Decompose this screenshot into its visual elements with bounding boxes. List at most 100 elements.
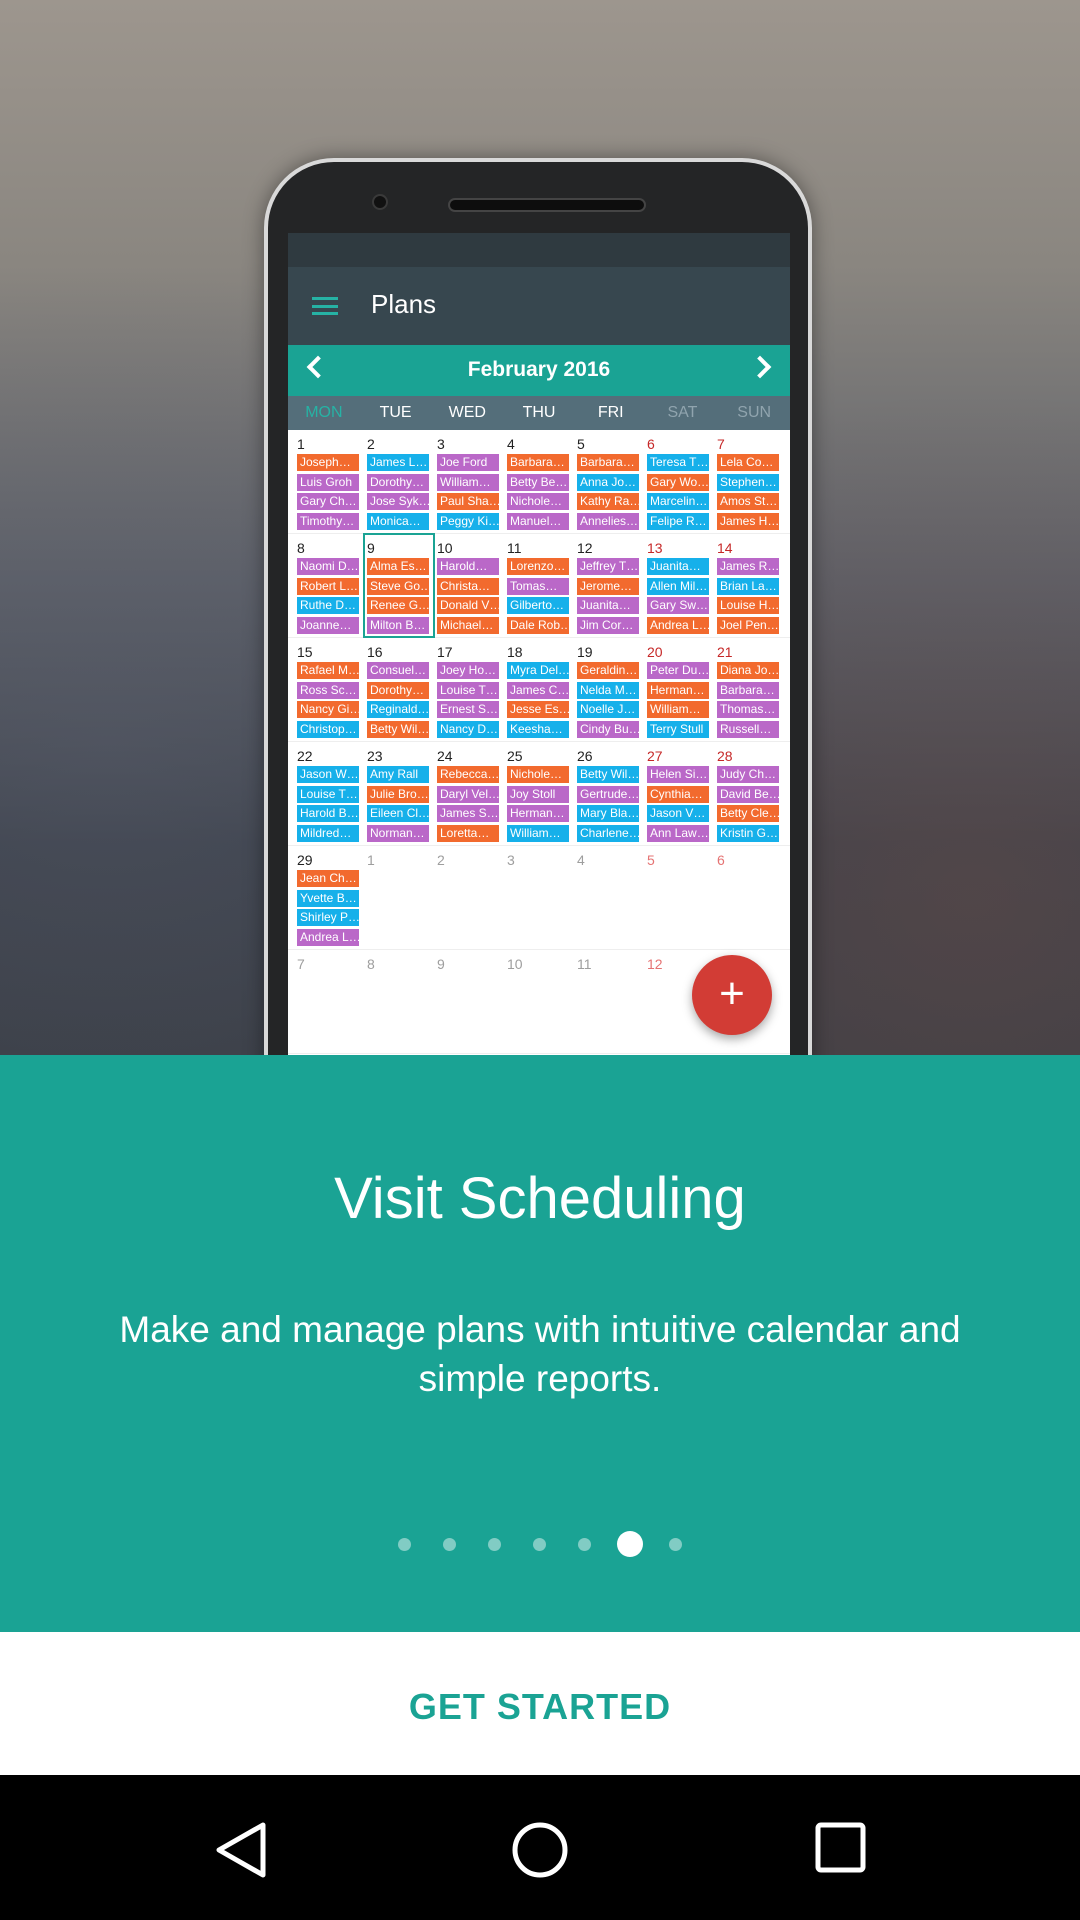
visit-event[interactable]: Alma Es… [367, 558, 429, 575]
visit-event[interactable]: Joey Ho… [437, 662, 499, 679]
calendar-day[interactable]: 24 Rebecca… Daryl Vel… James S… Loretta… [434, 742, 504, 845]
visit-event[interactable]: Barbara… [577, 454, 639, 471]
visit-event[interactable]: Naomi D… [297, 558, 359, 575]
visit-event[interactable]: Jose Syk… [367, 493, 429, 511]
visit-event[interactable]: Nelda M… [577, 681, 639, 699]
calendar-day[interactable]: 14 James R… Brian La… Louise H… Joel Pen… [714, 534, 784, 637]
calendar-day[interactable]: 21 Diana Jo… Barbara… Thomas… Russell… [714, 638, 784, 741]
visit-event[interactable]: Barbara… [717, 681, 779, 699]
visit-event[interactable]: Luis Groh [297, 473, 359, 491]
calendar-day[interactable]: 7 [294, 950, 364, 1053]
visit-event[interactable]: Kathy Ra… [577, 493, 639, 511]
visit-event[interactable]: Gary Sw… [647, 597, 709, 615]
calendar-day[interactable]: 7 Lela Co… Stephen… Amos St… James H… [714, 430, 784, 533]
visit-event[interactable]: Louise H… [717, 597, 779, 615]
visit-event[interactable]: Michael… [437, 616, 499, 634]
calendar-day[interactable]: 5 [644, 846, 714, 949]
visit-event[interactable]: James L… [367, 454, 429, 471]
visit-event[interactable]: Jerome… [577, 577, 639, 595]
visit-event[interactable]: James C… [507, 681, 569, 699]
page-dot[interactable] [398, 1537, 411, 1551]
visit-event[interactable]: Dorothy… [367, 473, 429, 491]
visit-event[interactable]: Nancy D… [437, 720, 499, 738]
page-dot[interactable] [578, 1537, 591, 1551]
calendar-day[interactable]: 20 Peter Du… Herman… William… Terry Stull [644, 638, 714, 741]
page-dot-active[interactable] [617, 1531, 643, 1557]
visit-event[interactable]: Rebecca… [437, 766, 499, 783]
visit-event[interactable]: James S… [437, 805, 499, 823]
visit-event[interactable]: Consuel… [367, 662, 429, 679]
calendar-day[interactable]: 25 Nichole… Joy Stoll Herman… William… [504, 742, 574, 845]
visit-event[interactable]: Yvette B… [297, 889, 359, 907]
calendar-day[interactable]: 10 Harold… Christa… Donald V… Michael… [434, 534, 504, 637]
visit-event[interactable]: Herman… [507, 805, 569, 823]
calendar-day[interactable]: 23 Amy Rall Julie Bro… Eileen Cl… Norman… [364, 742, 434, 845]
calendar-day[interactable]: 19 Geraldin… Nelda M… Noelle J… Cindy Bu… [574, 638, 644, 741]
visit-event[interactable]: Ernest S… [437, 701, 499, 719]
visit-event[interactable]: Mildred… [297, 824, 359, 842]
visit-event[interactable]: Andrea L… [647, 616, 709, 634]
page-dot[interactable] [669, 1537, 682, 1551]
calendar-day[interactable]: 6 Teresa T… Gary Wo… Marcelin… Felipe R… [644, 430, 714, 533]
visit-event[interactable]: Peter Du… [647, 662, 709, 679]
calendar-day[interactable]: 15 Rafael M… Ross Sc… Nancy Gi… Christop… [294, 638, 364, 741]
visit-event[interactable]: Ruthe D… [297, 597, 359, 615]
home-icon[interactable] [510, 1820, 570, 1880]
visit-event[interactable]: Mary Bla… [577, 805, 639, 823]
calendar-day[interactable]: 13 Juanita… Allen Mil… Gary Sw… Andrea L… [644, 534, 714, 637]
visit-event[interactable]: Paul Sha… [437, 493, 499, 511]
calendar-day[interactable]: 8 [364, 950, 434, 1053]
visit-event[interactable]: Shirley P… [297, 909, 359, 927]
calendar-day[interactable]: 1 [364, 846, 434, 949]
visit-event[interactable]: Jim Cor… [577, 616, 639, 634]
visit-event[interactable]: Stephen… [717, 473, 779, 491]
calendar-day[interactable]: 11 Lorenzo… Tomas… Gilberto… Dale Rob… [504, 534, 574, 637]
visit-event[interactable]: Joel Pen… [717, 616, 779, 634]
visit-event[interactable]: Loretta… [437, 824, 499, 842]
visit-event[interactable]: Dale Rob… [507, 616, 569, 634]
visit-event[interactable]: Annelies… [577, 512, 639, 530]
visit-event[interactable]: Harold B… [297, 805, 359, 823]
visit-event[interactable]: Marcelin… [647, 493, 709, 511]
visit-event[interactable]: Charlene… [577, 824, 639, 842]
calendar-day[interactable]: 16 Consuel… Dorothy… Reginald… Betty Wil… [364, 638, 434, 741]
visit-event[interactable]: Christa… [437, 577, 499, 595]
calendar-day[interactable]: 29 Jean Ch… Yvette B… Shirley P… Andrea L… [294, 846, 364, 949]
visit-event[interactable]: Ann Law… [647, 824, 709, 842]
visit-event[interactable]: Allen Mil… [647, 577, 709, 595]
visit-event[interactable]: Julie Bro… [367, 785, 429, 803]
visit-event[interactable]: Nichole… [507, 766, 569, 783]
visit-event[interactable]: James H… [717, 512, 779, 530]
calendar-day[interactable]: 11 [574, 950, 644, 1053]
visit-event[interactable]: Joe Ford [437, 454, 499, 471]
visit-event[interactable]: Robert L… [297, 577, 359, 595]
calendar-day-selected[interactable]: 9 Alma Es… Steve Go… Renee G… Milton B… [363, 533, 435, 638]
visit-event[interactable]: Manuel… [507, 512, 569, 530]
visit-event[interactable]: Nancy Gi… [297, 701, 359, 719]
visit-event[interactable]: Brian La… [717, 577, 779, 595]
visit-event[interactable]: Lorenzo… [507, 558, 569, 575]
visit-event[interactable]: Milton B… [367, 616, 429, 634]
visit-event[interactable]: Louise T… [297, 785, 359, 803]
calendar-day[interactable]: 12 Jeffrey T… Jerome… Juanita… Jim Cor… [574, 534, 644, 637]
visit-event[interactable]: Keesha… [507, 720, 569, 738]
visit-event[interactable]: Joseph… [297, 454, 359, 471]
visit-event[interactable]: Noelle J… [577, 701, 639, 719]
visit-event[interactable]: Daryl Vel… [437, 785, 499, 803]
visit-event[interactable]: Thomas… [717, 701, 779, 719]
visit-event[interactable]: Cindy Bu… [577, 720, 639, 738]
calendar-day[interactable]: 26 Betty Wil… Gertrude… Mary Bla… Charlene… [574, 742, 644, 845]
visit-event[interactable]: Kristin G… [717, 824, 779, 842]
visit-event[interactable]: Joanne… [297, 616, 359, 634]
visit-event[interactable]: Dorothy… [367, 681, 429, 699]
calendar-day[interactable]: 27 Helen Si… Cynthia… Jason V… Ann Law… [644, 742, 714, 845]
calendar-day[interactable]: 2 James L… Dorothy… Jose Syk… Monica… [364, 430, 434, 533]
calendar-day[interactable]: 8 Naomi D… Robert L… Ruthe D… Joanne… [294, 534, 364, 637]
visit-event[interactable]: Judy Ch… [717, 766, 779, 783]
hamburger-menu-icon[interactable] [312, 297, 338, 315]
visit-event[interactable]: Cynthia… [647, 785, 709, 803]
visit-event[interactable]: Herman… [647, 681, 709, 699]
visit-event[interactable]: Jesse Es… [507, 701, 569, 719]
recents-icon[interactable] [814, 1820, 868, 1876]
visit-event[interactable]: Eileen Cl… [367, 805, 429, 823]
